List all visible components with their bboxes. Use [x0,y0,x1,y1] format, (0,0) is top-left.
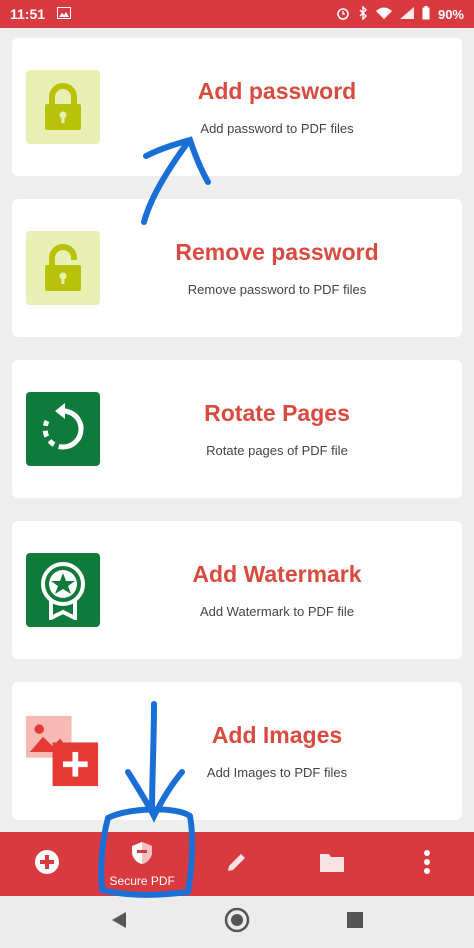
recents-icon [347,911,363,933]
card-add-watermark[interactable]: Add Watermark Add Watermark to PDF file [12,521,462,659]
image-add-icon [26,714,100,788]
card-subtitle: Add password to PDF files [200,121,354,136]
nav-files-button[interactable] [284,832,379,896]
battery-icon [422,6,430,22]
card-title: Add Images [211,722,343,748]
wifi-icon [375,7,392,21]
rotate-icon [26,392,100,466]
bluetooth-icon [358,5,368,22]
back-button[interactable] [99,902,139,942]
status-bar: 11:51 90% [0,0,474,28]
unlock-icon [26,231,100,305]
card-subtitle: Rotate pages of PDF file [206,443,348,458]
nav-more-button[interactable] [379,832,474,896]
more-vert-icon [423,849,431,880]
card-add-password[interactable]: Add password Add password to PDF files [12,38,462,176]
status-time: 11:51 [10,6,46,22]
recents-button[interactable] [335,902,375,942]
add-circle-icon [34,849,60,880]
card-add-images[interactable]: Add Images Add Images to PDF files [12,682,462,820]
signal-icon [399,7,414,21]
card-title: Add Watermark [192,561,362,587]
home-button[interactable] [217,902,257,942]
shield-icon [131,841,153,870]
alarm-icon [336,6,350,22]
card-title: Remove password [175,239,379,265]
system-nav [0,896,474,948]
card-rotate-pages[interactable]: Rotate Pages Rotate pages of PDF file [12,360,462,498]
image-icon [57,7,72,21]
nav-secure-pdf-button[interactable]: Secure PDF [95,832,190,896]
card-subtitle: Add Watermark to PDF file [199,604,355,619]
nav-label: Secure PDF [109,873,175,888]
nav-edit-button[interactable] [190,832,285,896]
badge-star-icon [26,553,100,627]
card-title: Rotate Pages [204,400,350,426]
card-subtitle: Remove password to PDF files [187,282,367,297]
back-icon [111,911,127,934]
folder-icon [319,851,345,878]
tool-list: Add password Add password to PDF files R… [0,28,474,832]
battery-percent: 90% [437,6,464,22]
nav-create-button[interactable] [0,832,95,896]
card-subtitle: Add Images to PDF files [206,765,348,780]
lock-icon [26,70,100,144]
home-icon [224,907,250,938]
pencil-icon [225,850,249,879]
card-title: Add password [197,78,357,104]
bottom-nav: Secure PDF [0,832,474,896]
card-remove-password[interactable]: Remove password Remove password to PDF f… [12,199,462,337]
